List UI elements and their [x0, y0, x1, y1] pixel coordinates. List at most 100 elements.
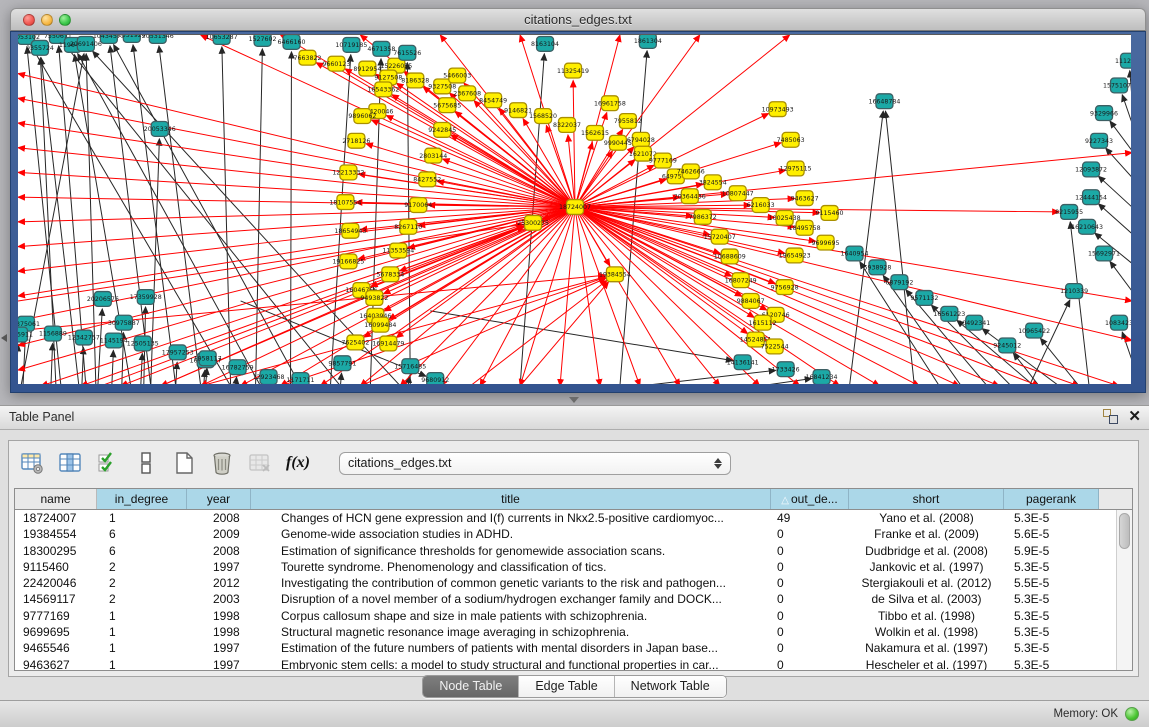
graph-node[interactable]: 9680912 [421, 373, 449, 384]
graph-node[interactable]: 19654923 [779, 248, 811, 263]
graph-node[interactable]: 12093872 [1075, 162, 1107, 177]
table-cell[interactable]: 5.3E-5 [1004, 608, 1099, 624]
graph-node[interactable]: 3824554 [699, 175, 727, 190]
graph-edge[interactable] [93, 51, 401, 384]
splitter-handle-icon[interactable] [569, 397, 579, 403]
table-cell[interactable]: 1997 [187, 559, 251, 575]
graph-node[interactable]: 12923468 [253, 370, 285, 384]
graph-edge[interactable] [372, 120, 575, 207]
graph-edge[interactable] [1122, 95, 1131, 123]
graph-edge[interactable] [885, 111, 914, 384]
table-cell[interactable]: 18300295 [15, 543, 97, 559]
table-cell[interactable]: 2008 [187, 510, 251, 526]
float-panel-icon[interactable] [1103, 409, 1118, 424]
graph-edge[interactable] [340, 373, 341, 384]
graph-edge[interactable] [256, 49, 263, 384]
new-table-icon[interactable] [171, 450, 197, 476]
table-cell[interactable]: 1998 [187, 608, 251, 624]
panel-mode-icon[interactable] [133, 450, 159, 476]
graph-edge[interactable] [51, 343, 53, 384]
table-cell[interactable]: 2012 [187, 575, 251, 591]
graph-node[interactable]: 8163104 [531, 36, 559, 51]
table-cell[interactable]: 9463627 [15, 657, 97, 670]
tab-edge-table[interactable]: Edge Table [519, 676, 614, 697]
graph-edge[interactable] [18, 98, 575, 207]
table-cell[interactable]: 0 [771, 559, 849, 575]
table-cell[interactable]: 2 [97, 559, 187, 575]
table-cell[interactable]: Investigating the contribution of common… [251, 575, 771, 591]
graph-node[interactable]: 17359928 [130, 290, 162, 305]
graph-edge[interactable] [1098, 204, 1131, 234]
window-titlebar[interactable]: citations_edges.txt [10, 8, 1146, 31]
graph-node[interactable]: 8186328 [401, 73, 429, 88]
column-header-year[interactable]: year [187, 489, 251, 509]
table-cell[interactable]: 1 [97, 608, 187, 624]
graph-edge[interactable] [330, 55, 350, 384]
table-cell[interactable]: 5.3E-5 [1004, 559, 1099, 575]
table-cell[interactable]: Structural magnetic resonance image aver… [251, 624, 771, 640]
graph-node[interactable]: 12213332 [332, 165, 364, 180]
graph-node[interactable]: 1210339 [1060, 284, 1088, 299]
graph-node[interactable]: 1083423 [1105, 315, 1131, 330]
column-header-title[interactable]: title [251, 489, 771, 509]
graph-node[interactable]: 15716485 [394, 359, 426, 374]
table-row[interactable]: 977716911998Corpus callosum shape and si… [15, 608, 1116, 624]
graph-node[interactable]: 30975887 [108, 315, 140, 330]
graph-node[interactable]: 2718126 [342, 133, 370, 148]
table-cell[interactable]: 5.5E-5 [1004, 575, 1099, 591]
graph-edge[interactable] [1098, 176, 1131, 207]
table-cell[interactable]: 0 [771, 526, 849, 542]
graph-node[interactable]: 16961758 [594, 96, 626, 111]
graph-node[interactable]: 8215955 [1055, 205, 1083, 220]
table-cell[interactable]: 14569117 [15, 591, 97, 607]
tab-node-table[interactable]: Node Table [423, 676, 519, 697]
graph-node[interactable]: 2367608 [453, 86, 481, 101]
graph-edge[interactable] [206, 368, 207, 384]
table-row[interactable]: 2242004622012Investigating the contribut… [15, 575, 1116, 591]
graph-node[interactable]: 12444154 [1075, 190, 1107, 205]
table-cell[interactable]: 5.6E-5 [1004, 526, 1099, 542]
graph-edge[interactable] [982, 329, 1059, 384]
table-cell[interactable]: Embryonic stem cells: a model to study s… [251, 657, 771, 670]
graph-edge[interactable] [133, 45, 176, 384]
table-cell[interactable]: 5.3E-5 [1004, 510, 1099, 526]
table-cell[interactable]: Stergiakouli et al. (2012) [849, 575, 1004, 591]
table-cell[interactable]: 0 [771, 608, 849, 624]
table-row[interactable]: 911546021997Tourette syndrome. Phenomeno… [15, 559, 1116, 575]
table-cell[interactable]: 2009 [187, 526, 251, 542]
tab-network-table[interactable]: Network Table [615, 676, 726, 697]
table-cell[interactable]: 5.3E-5 [1004, 624, 1099, 640]
table-cell[interactable]: 6 [97, 526, 187, 542]
table-cell[interactable]: Yano et al. (2008) [849, 510, 1004, 526]
graph-node[interactable]: 7986372 [689, 210, 717, 225]
table-cell[interactable]: 1997 [187, 640, 251, 656]
table-row[interactable]: 946362711997Embryonic stem cells: a mode… [15, 657, 1116, 670]
graph-node[interactable]: 16648784 [868, 94, 900, 109]
table-cell[interactable]: Estimation of significance thresholds fo… [251, 543, 771, 559]
table-cell[interactable]: Hescheler et al. (1997) [849, 657, 1004, 670]
graph-node[interactable]: 1733426 [772, 362, 800, 377]
graph-edge[interactable] [82, 347, 84, 384]
graph-node[interactable]: 10719185 [335, 37, 367, 52]
table-cell[interactable]: Estimation of the future numbers of pati… [251, 640, 771, 656]
table-cell[interactable]: 1998 [187, 624, 251, 640]
graph-node[interactable]: 9756928 [771, 280, 799, 295]
graph-node[interactable]: 14136141 [727, 355, 759, 370]
graph-node[interactable]: 16210643 [1071, 219, 1103, 234]
table-cell[interactable]: Jankovic et al. (1997) [849, 559, 1004, 575]
column-header-name[interactable]: name [15, 489, 97, 509]
table-cell[interactable]: 5.3E-5 [1004, 657, 1099, 670]
graph-node[interactable]: 20206576 [87, 292, 119, 307]
table-cell[interactable]: 19384554 [15, 526, 97, 542]
column-header-in-degree[interactable]: in_degree [97, 489, 187, 509]
graph-node[interactable]: 10653287 [206, 35, 238, 44]
table-cell[interactable]: 2 [97, 591, 187, 607]
table-cell[interactable]: 22420046 [15, 575, 97, 591]
column-header-pagerank[interactable]: pagerank [1004, 489, 1099, 509]
table-row[interactable]: 1456911722003Disruption of a novel membe… [15, 591, 1116, 607]
graph-edge[interactable] [575, 207, 1119, 384]
graph-edge[interactable] [176, 362, 177, 384]
graph-node[interactable]: 1640954 [841, 246, 869, 261]
table-cell[interactable]: Disruption of a novel member of a sodium… [251, 591, 771, 607]
graph-node[interactable]: 5938928 [863, 260, 891, 275]
